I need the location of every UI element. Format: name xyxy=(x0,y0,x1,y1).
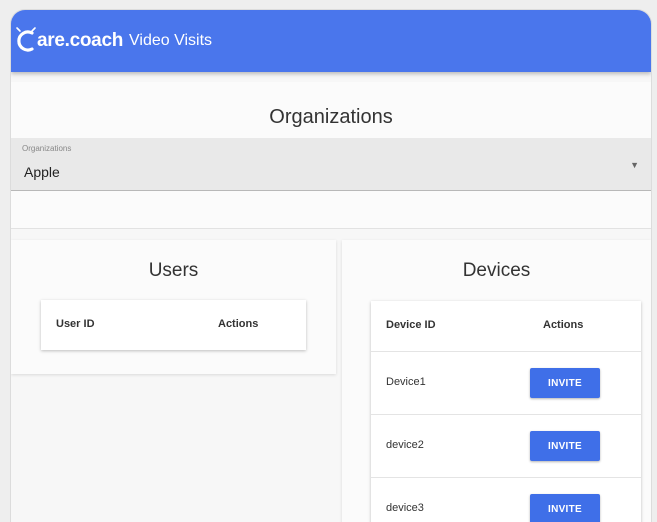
users-title: Users xyxy=(148,260,199,281)
brand[interactable]: are.coach Video Visits xyxy=(15,26,212,56)
organization-select-value: Apple xyxy=(24,164,60,180)
app-window: are.coach Video Visits Organizations Org… xyxy=(11,10,651,522)
devices-title: Devices xyxy=(462,260,531,281)
device-id: device3 xyxy=(386,502,424,514)
device-id: device2 xyxy=(386,439,424,451)
organizations-panel: Organizations Organizations Apple ▼ xyxy=(11,82,651,229)
device-id: Device1 xyxy=(386,376,426,388)
devices-column-device-id: Device ID xyxy=(386,319,436,331)
app-bar: are.coach Video Visits xyxy=(11,10,651,72)
users-table: User ID Actions xyxy=(41,300,306,350)
table-row: device3 INVITE xyxy=(371,478,641,522)
devices-table-header: Device ID Actions xyxy=(371,301,641,352)
brand-subtitle: Video Visits xyxy=(129,32,213,49)
organization-select[interactable]: Organizations Apple ▼ xyxy=(11,138,651,191)
invite-button[interactable]: INVITE xyxy=(530,494,600,522)
devices-table: Device ID Actions Device1 INVITE device2… xyxy=(371,301,641,522)
care-coach-logo-icon xyxy=(16,27,36,52)
invite-button[interactable]: INVITE xyxy=(530,431,600,461)
users-column-actions: Actions xyxy=(218,318,259,330)
brand-name: are.coach xyxy=(37,30,124,51)
organization-select-label: Organizations xyxy=(22,144,72,153)
table-row: device2 INVITE xyxy=(371,415,641,478)
devices-card: Devices Device ID Actions Device1 INVITE… xyxy=(342,240,651,522)
invite-button[interactable]: INVITE xyxy=(530,368,600,398)
users-card: Users User ID Actions xyxy=(11,240,336,374)
organizations-title: Organizations xyxy=(269,106,393,128)
users-column-user-id: User ID xyxy=(56,318,95,330)
table-row: Device1 INVITE xyxy=(371,352,641,415)
dropdown-arrow-icon[interactable]: ▼ xyxy=(630,160,639,170)
devices-column-actions: Actions xyxy=(543,319,584,331)
